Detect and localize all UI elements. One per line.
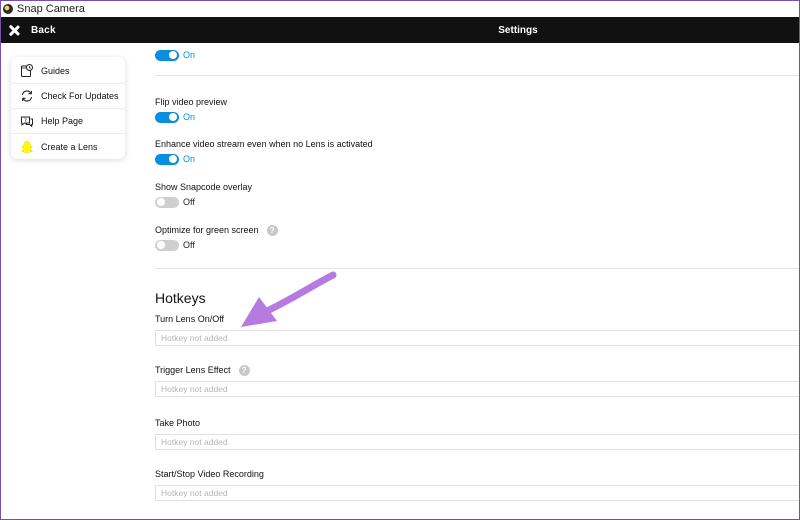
snapcode-overlay-toggle[interactable] — [155, 196, 179, 208]
back-button[interactable]: Back — [1, 17, 56, 43]
window-titlebar: Snap Camera — [1, 1, 799, 17]
hotkey-video-recording-input[interactable] — [155, 485, 799, 501]
sidebar-item-help-page[interactable]: ? Help Page — [11, 109, 125, 134]
help-page-icon: ? — [20, 114, 34, 128]
annotation-arrow-icon — [241, 271, 337, 327]
setting-enhance-stream: Enhance video stream even when no Lens i… — [155, 138, 373, 165]
page-title: Settings — [498, 24, 538, 36]
setting-flip-video: Flip video preview On — [155, 96, 227, 123]
enhance-stream-toggle[interactable] — [155, 153, 179, 165]
toggle-state-label: On — [183, 112, 196, 122]
toggle-state-label: Off — [183, 197, 195, 207]
setting-label: Show Snapcode overlay — [155, 182, 253, 192]
toggle-state-label: On — [183, 50, 196, 60]
green-screen-toggle[interactable] — [155, 239, 179, 251]
sidebar-item-label: Help Page — [41, 116, 84, 126]
sidebar-menu: Guides Check For Updates ? Help Page Cre… — [11, 57, 125, 159]
hotkey-take-photo: Take Photo — [155, 417, 799, 450]
sidebar-item-guides[interactable]: Guides — [11, 59, 125, 84]
toggle-state-label: On — [183, 154, 196, 164]
setting-label-row: Optimize for green screen ? — [155, 224, 278, 236]
close-icon — [9, 25, 20, 36]
create-lens-icon — [20, 140, 34, 154]
help-icon[interactable]: ? — [238, 364, 250, 376]
setting-top-partial-toggle[interactable] — [155, 49, 179, 61]
hotkey-trigger-effect-input[interactable] — [155, 381, 799, 397]
hotkey-video-recording: Start/Stop Video Recording — [155, 468, 799, 501]
hotkeys-section-title: Hotkeys — [155, 290, 206, 306]
hotkey-take-photo-input[interactable] — [155, 434, 799, 450]
sidebar-item-create-lens[interactable]: Create a Lens — [11, 134, 125, 159]
app-header: Back Settings — [1, 17, 799, 43]
setting-label: Flip video preview — [155, 97, 228, 107]
divider — [155, 268, 799, 269]
hotkey-label-row: Trigger Lens Effect ? — [155, 364, 799, 376]
setting-top-partial: On — [155, 46, 195, 61]
divider — [155, 75, 799, 76]
sidebar-item-label: Check For Updates — [41, 91, 119, 101]
refresh-icon — [20, 89, 34, 103]
snap-camera-app-icon — [3, 4, 13, 14]
guides-icon — [20, 64, 34, 78]
hotkey-label: Trigger Lens Effect — [155, 365, 231, 375]
flip-video-toggle[interactable] — [155, 111, 179, 123]
window-title: Snap Camera — [17, 3, 85, 15]
back-label: Back — [31, 24, 56, 36]
svg-text:?: ? — [24, 118, 27, 124]
hotkey-trigger-effect: Trigger Lens Effect ? — [155, 364, 799, 397]
hotkey-label: Start/Stop Video Recording — [155, 469, 264, 479]
setting-label: Optimize for green screen — [155, 225, 259, 235]
hotkey-label: Take Photo — [155, 418, 201, 428]
setting-green-screen: Optimize for green screen ? Off — [155, 224, 278, 251]
sidebar-item-label: Guides — [41, 66, 70, 76]
setting-snapcode-overlay: Show Snapcode overlay Off — [155, 181, 252, 208]
sidebar-item-label: Create a Lens — [41, 141, 98, 152]
setting-label: Enhance video stream even when no Lens i… — [155, 139, 373, 149]
help-icon[interactable]: ? — [266, 224, 278, 236]
sidebar-item-check-updates[interactable]: Check For Updates — [11, 84, 125, 109]
toggle-state-label: Off — [183, 240, 195, 250]
